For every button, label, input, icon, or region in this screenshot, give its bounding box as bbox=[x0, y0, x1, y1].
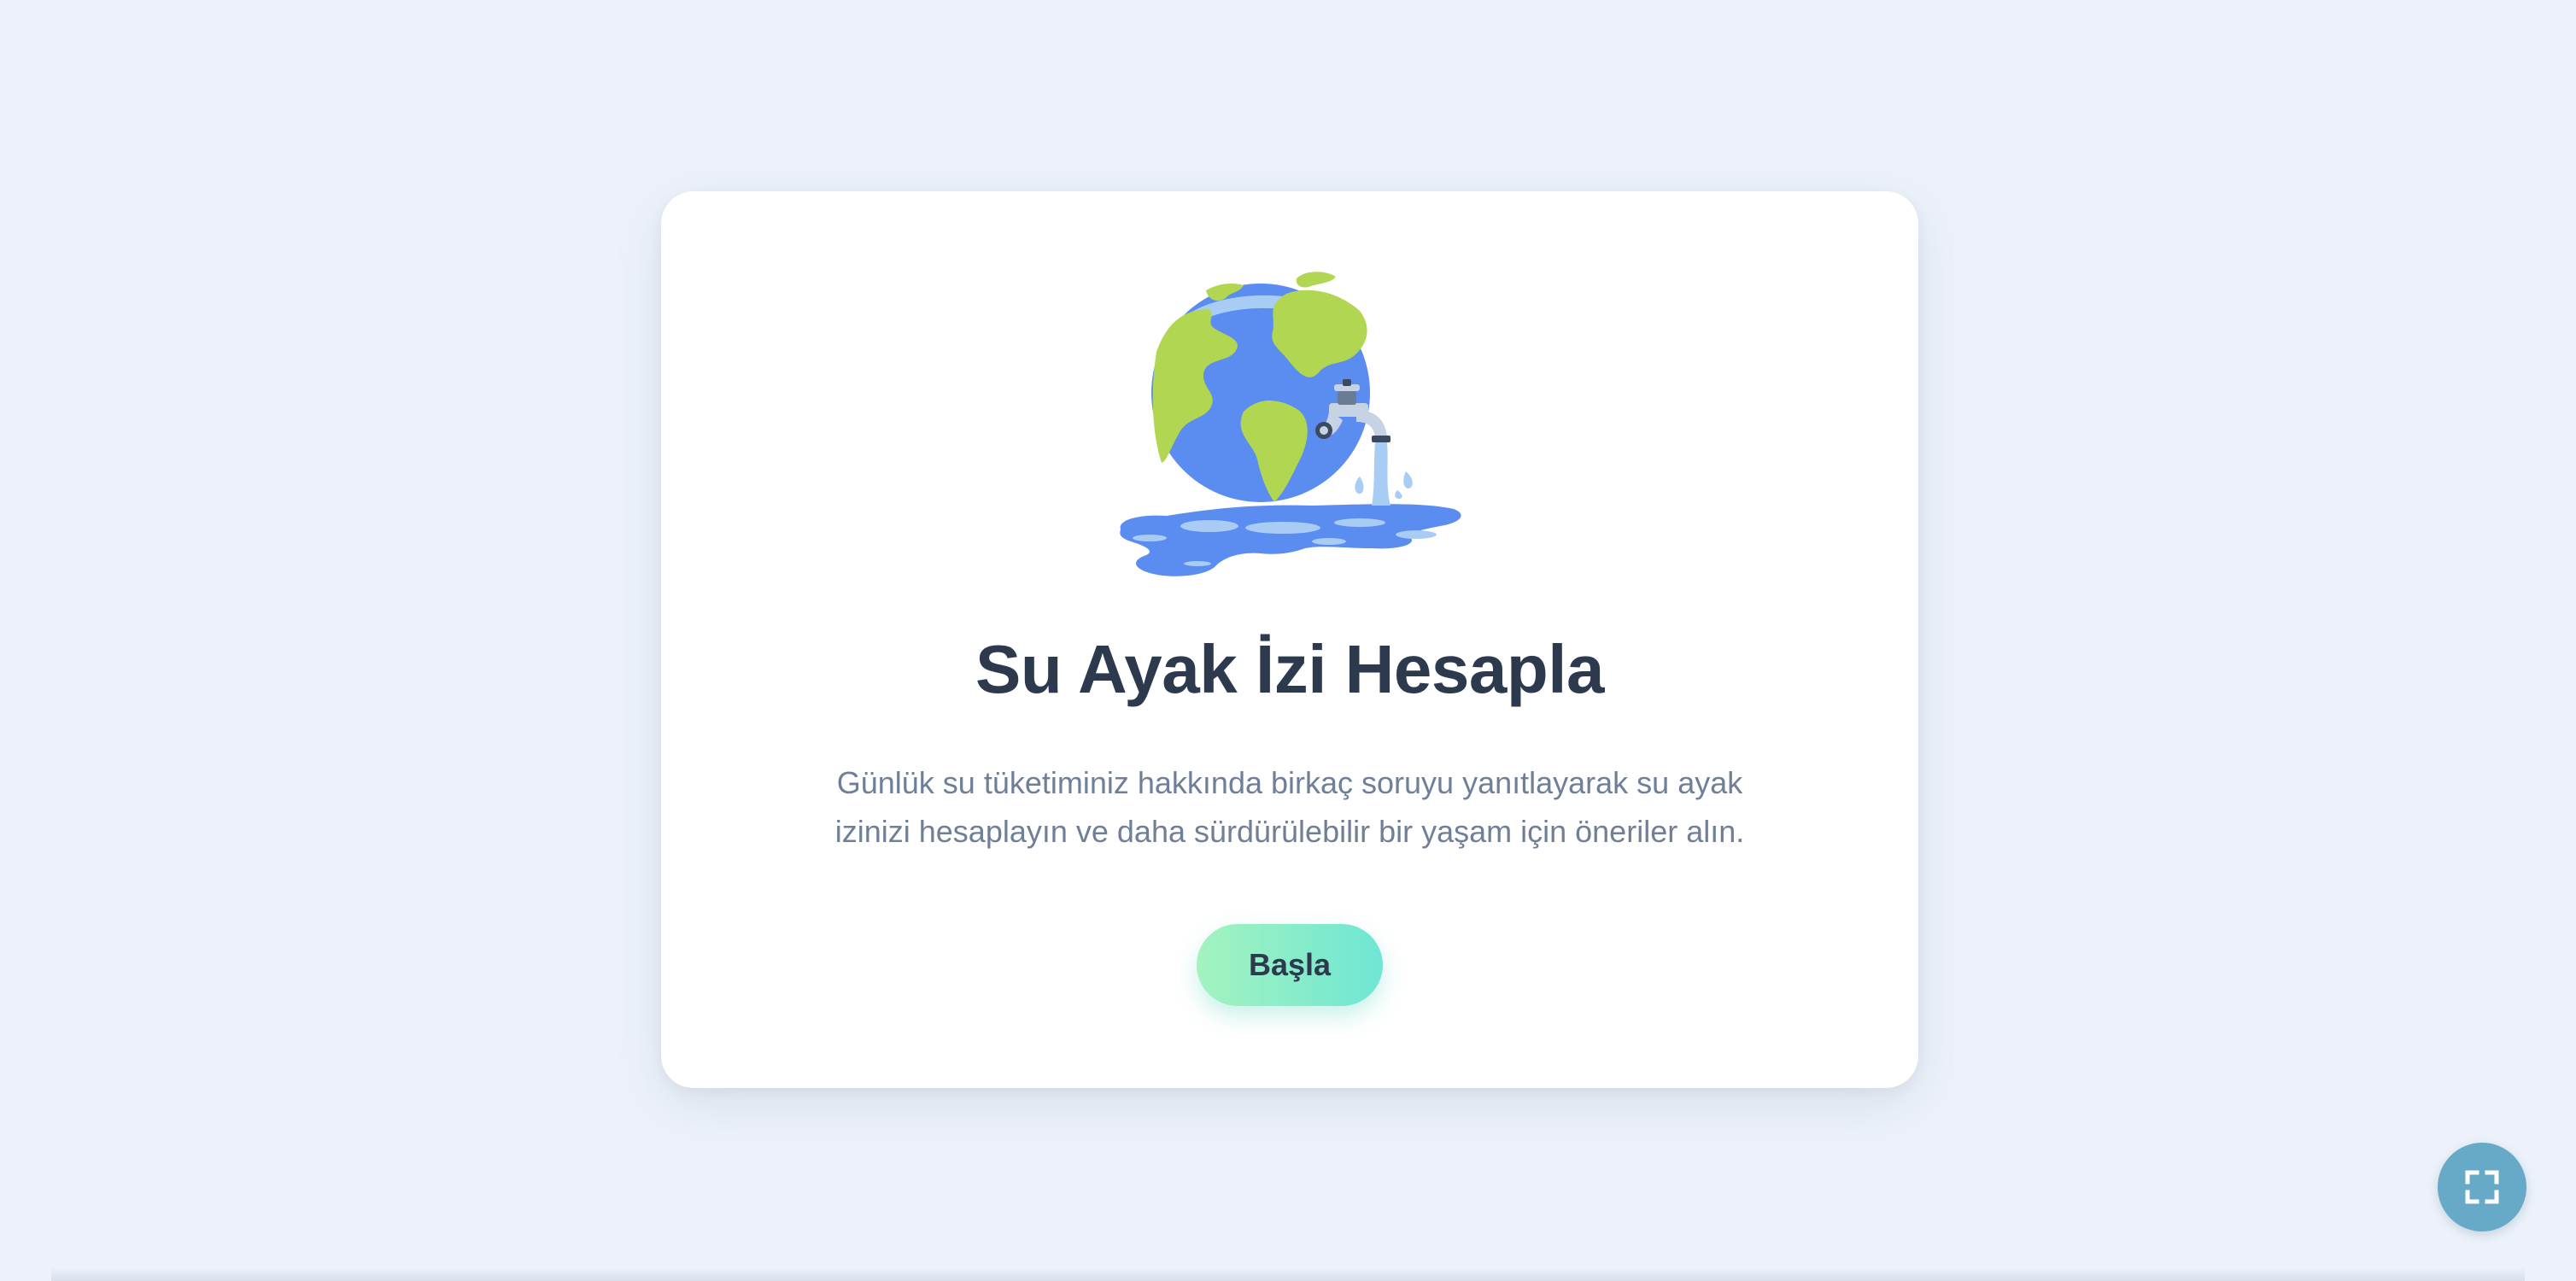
intro-card: Su Ayak İzi Hesapla Günlük su tüketimini… bbox=[661, 191, 1918, 1088]
intro-description: Günlük su tüketiminiz hakkında birkaç so… bbox=[834, 765, 1745, 849]
earth-with-faucet-icon bbox=[1115, 266, 1466, 584]
fullscreen-button[interactable] bbox=[2438, 1143, 2526, 1231]
fullscreen-icon bbox=[2465, 1170, 2499, 1204]
app-page: Su Ayak İzi Hesapla Günlük su tüketimini… bbox=[0, 0, 2576, 1281]
page-title: Su Ayak İzi Hesapla bbox=[975, 631, 1605, 707]
bottom-shadow bbox=[51, 1267, 2525, 1281]
start-button[interactable]: Başla bbox=[1197, 924, 1383, 1006]
